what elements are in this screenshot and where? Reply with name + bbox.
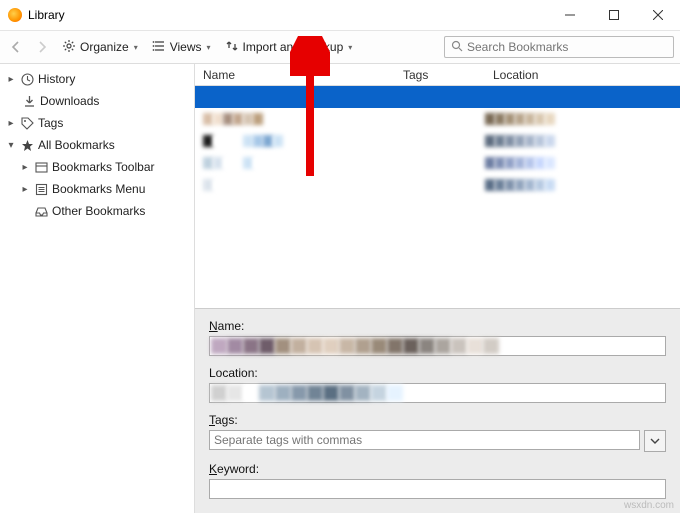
tags-dropdown-button[interactable] <box>644 430 666 452</box>
chevron-right-icon[interactable]: ▸ <box>6 118 16 129</box>
sidebar-item-bookmarks-menu[interactable]: ▸ Bookmarks Menu <box>0 178 194 200</box>
download-icon <box>22 94 36 108</box>
list-item[interactable] <box>195 130 680 152</box>
sidebar: ▸ History Downloads ▸ Tags ▾ All Bookmar… <box>0 64 195 513</box>
tags-input[interactable] <box>209 430 640 450</box>
details-panel: Name: Location: Tags: <box>195 308 680 513</box>
column-location[interactable]: Location <box>485 68 680 82</box>
chevron-down-icon: ▾ <box>134 43 138 52</box>
sidebar-item-other-bookmarks[interactable]: Other Bookmarks <box>0 200 194 222</box>
location-label: Location: <box>209 366 666 380</box>
toolbar: Organize ▾ Views ▾ Import and Backup ▾ <box>0 30 680 64</box>
gear-icon <box>62 39 76 56</box>
back-button[interactable] <box>6 37 26 57</box>
sidebar-item-label: Tags <box>38 116 63 130</box>
sidebar-item-label: Bookmarks Toolbar <box>52 160 155 174</box>
sidebar-item-bookmarks-toolbar[interactable]: ▸ Bookmarks Toolbar <box>0 156 194 178</box>
inbox-icon <box>34 204 48 218</box>
menu-icon <box>34 182 48 196</box>
import-backup-label: Import and Backup <box>243 40 344 54</box>
sidebar-item-history[interactable]: ▸ History <box>0 68 194 90</box>
bookmark-list[interactable] <box>195 86 680 308</box>
star-icon <box>20 138 34 152</box>
sidebar-item-label: Downloads <box>40 94 99 108</box>
import-backup-menu[interactable]: Import and Backup ▾ <box>221 37 357 58</box>
titlebar: Library <box>0 0 680 30</box>
chevron-down-icon: ▾ <box>348 43 352 52</box>
views-label: Views <box>170 40 202 54</box>
chevron-down-icon: ▾ <box>207 43 211 52</box>
clock-icon <box>20 72 34 86</box>
minimize-button[interactable] <box>548 0 592 30</box>
organize-label: Organize <box>80 40 129 54</box>
column-tags[interactable]: Tags <box>395 68 485 82</box>
list-item[interactable] <box>195 108 680 130</box>
app-icon <box>8 8 22 22</box>
sidebar-item-label: All Bookmarks <box>38 138 115 152</box>
close-button[interactable] <box>636 0 680 30</box>
watermark: wsxdn.com <box>624 500 674 511</box>
search-box[interactable] <box>444 36 674 58</box>
sidebar-item-label: History <box>38 72 75 86</box>
chevron-right-icon[interactable]: ▸ <box>20 184 30 195</box>
list-icon <box>152 39 166 56</box>
list-item[interactable] <box>195 86 680 108</box>
keyword-input[interactable] <box>209 479 666 499</box>
chevron-down-icon[interactable]: ▾ <box>6 140 16 151</box>
content-pane: Name Tags Location Name: Location: <box>195 64 680 513</box>
sidebar-item-label: Bookmarks Menu <box>52 182 145 196</box>
keyword-label: Keyword: <box>209 462 666 476</box>
window-title: Library <box>28 8 548 22</box>
tag-icon <box>20 116 34 130</box>
tags-label: Tags: <box>209 413 666 427</box>
column-headers: Name Tags Location <box>195 64 680 86</box>
toolbar-icon <box>34 160 48 174</box>
column-name[interactable]: Name <box>195 68 395 82</box>
organize-menu[interactable]: Organize ▾ <box>58 37 142 58</box>
search-input[interactable] <box>467 40 667 54</box>
sidebar-item-all-bookmarks[interactable]: ▾ All Bookmarks <box>0 134 194 156</box>
sidebar-item-downloads[interactable]: Downloads <box>0 90 194 112</box>
chevron-right-icon[interactable]: ▸ <box>20 162 30 173</box>
import-export-icon <box>225 39 239 56</box>
name-label: Name: <box>209 319 666 333</box>
search-icon <box>451 40 463 55</box>
list-item[interactable] <box>195 152 680 174</box>
forward-button[interactable] <box>32 37 52 57</box>
chevron-right-icon[interactable]: ▸ <box>6 74 16 85</box>
list-item[interactable] <box>195 174 680 196</box>
views-menu[interactable]: Views ▾ <box>148 37 215 58</box>
sidebar-item-label: Other Bookmarks <box>52 204 145 218</box>
sidebar-item-tags[interactable]: ▸ Tags <box>0 112 194 134</box>
maximize-button[interactable] <box>592 0 636 30</box>
